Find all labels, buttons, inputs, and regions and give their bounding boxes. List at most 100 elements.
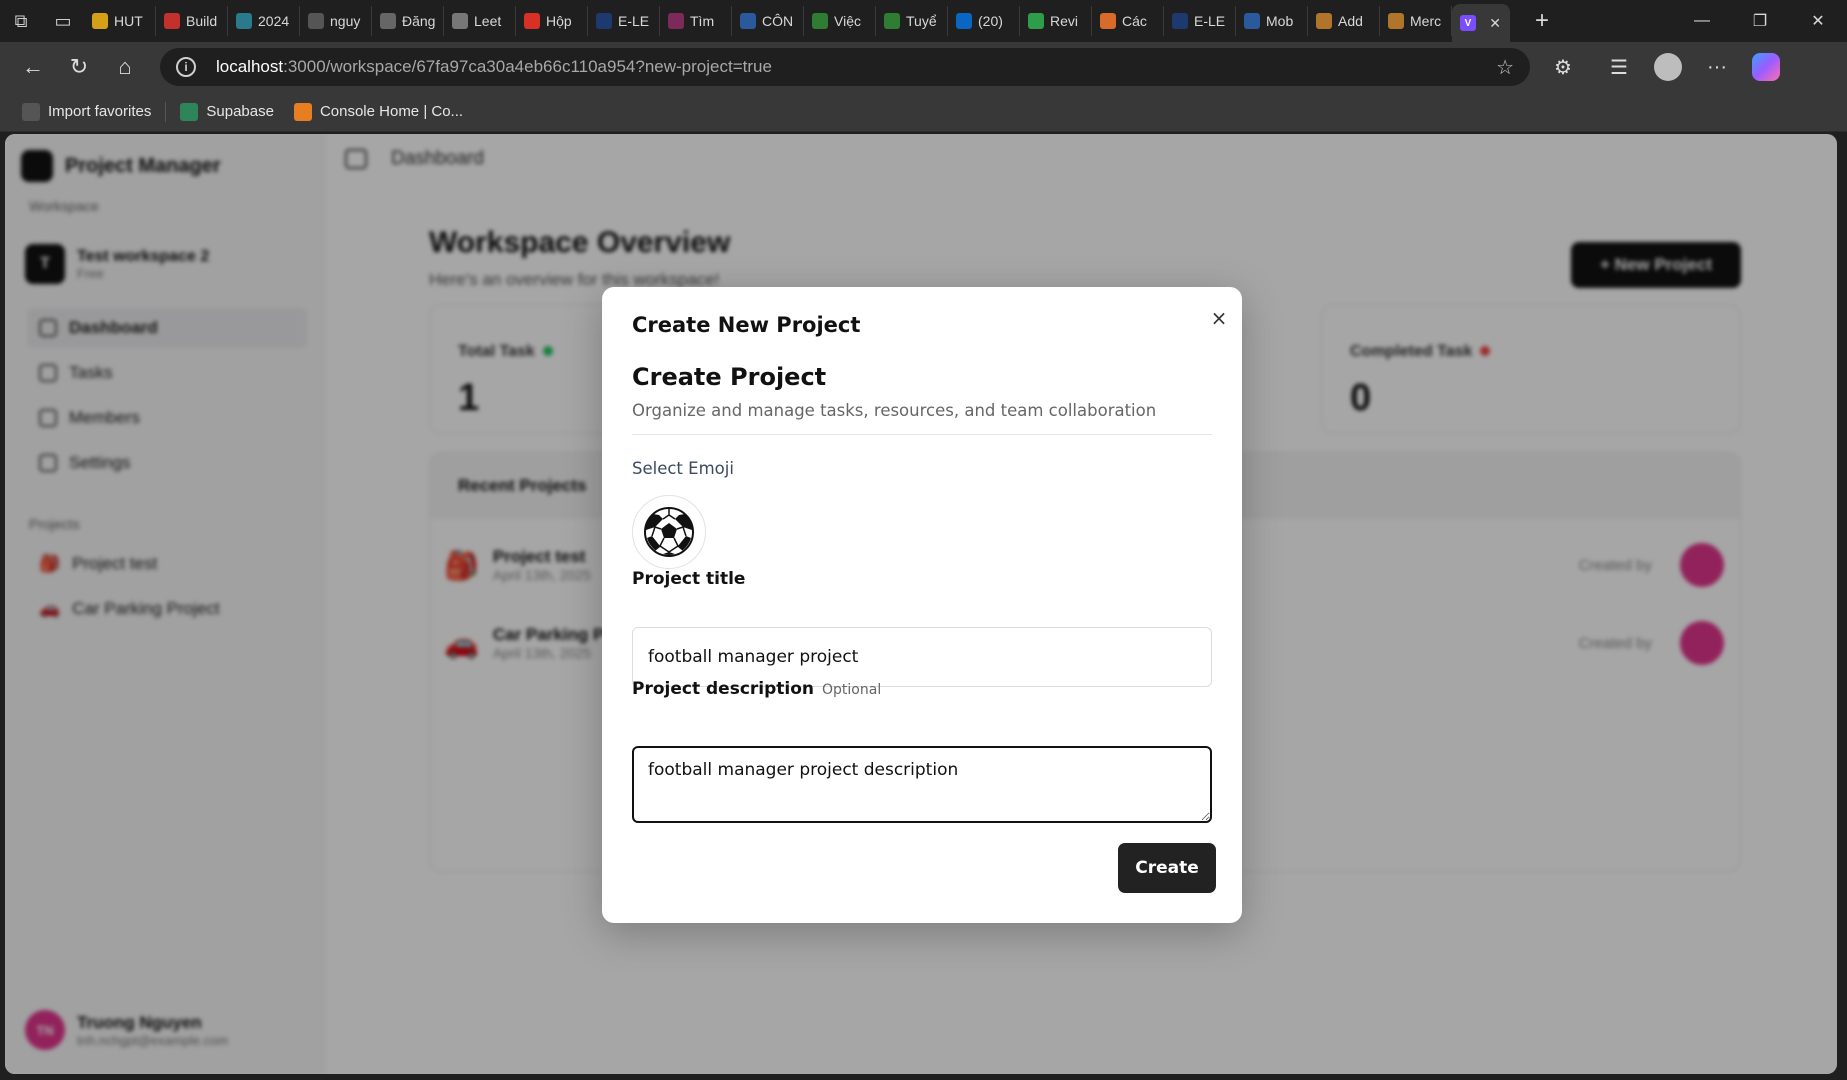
- browser-tab[interactable]: Revi: [1020, 6, 1092, 36]
- new-tab-button[interactable]: +: [1522, 6, 1562, 36]
- browser-tab[interactable]: E-LE: [588, 6, 660, 36]
- browser-tab[interactable]: E-LE: [1164, 6, 1236, 36]
- tab-favicon-icon: [812, 13, 828, 29]
- site-info-icon[interactable]: i: [176, 57, 196, 77]
- bookmark-item[interactable]: Import favorites: [12, 97, 161, 127]
- tab-favicon-icon: [596, 13, 612, 29]
- vite-icon: V: [1460, 15, 1476, 31]
- home-icon[interactable]: ⌂: [102, 49, 148, 85]
- tab-actions-icon[interactable]: ▭: [42, 0, 84, 42]
- tab-strip: HUT Build 2024 nguy Đăng Leet Hộp E-LE Tìm CÔN Việ…: [84, 0, 1452, 42]
- tab-favicon-icon: [1316, 13, 1332, 29]
- emoji-picker-button[interactable]: [632, 495, 706, 569]
- favorite-star-icon[interactable]: ☆: [1496, 55, 1514, 80]
- browser-tab[interactable]: Việc: [804, 6, 876, 36]
- emoji-label: Select Emoji: [632, 459, 734, 478]
- browser-tab[interactable]: Build: [156, 6, 228, 36]
- tab-favicon-icon: [740, 13, 756, 29]
- url-bar[interactable]: i localhost :3000/workspace/67fa97ca30a4…: [160, 48, 1530, 86]
- form-subtitle: Organize and manage tasks, resources, an…: [632, 401, 1157, 420]
- soccer-ball-icon: [644, 507, 694, 557]
- browser-tab-bar: ⧉ ▭ HUT Build 2024 nguy Đăng Leet Hộp E-LE Tìm CÔ…: [0, 0, 1847, 42]
- favorites-icon[interactable]: ☰: [1598, 49, 1640, 85]
- tab-favicon-icon: [380, 13, 396, 29]
- tab-favicon-icon: [1388, 13, 1404, 29]
- tab-label: Build: [186, 13, 218, 29]
- browser-tools: ⚙ ☰ ···: [1542, 49, 1780, 85]
- bookmark-label: Console Home | Co...: [319, 103, 464, 120]
- browser-tab[interactable]: Add: [1308, 6, 1380, 36]
- browser-tab[interactable]: Tuyể: [876, 6, 948, 36]
- bookmarks-bar: Import favorites Supabase Console Home | C…: [0, 92, 1847, 132]
- browser-tab[interactable]: Mob: [1236, 6, 1308, 36]
- divider: [632, 434, 1212, 435]
- tab-label: nguy: [330, 13, 361, 29]
- workspaces-icon[interactable]: ⧉: [0, 0, 42, 42]
- browser-tab[interactable]: Merc: [1380, 6, 1452, 36]
- tab-favicon-icon: [1028, 13, 1044, 29]
- back-icon[interactable]: ←: [10, 49, 56, 85]
- browser-tab[interactable]: (20): [948, 6, 1020, 36]
- more-icon[interactable]: ···: [1696, 49, 1738, 85]
- tab-label: Đăng: [402, 13, 436, 29]
- app-page: Project Manager Workspace T Test workspa…: [5, 134, 1837, 1074]
- browser-tab[interactable]: 2024: [228, 6, 300, 36]
- tab-label: Tìm: [690, 13, 715, 29]
- tab-favicon-icon: [956, 13, 972, 29]
- create-button[interactable]: Create: [1118, 843, 1216, 893]
- address-toolbar: ← ↻ ⌂ i localhost :3000/workspace/67fa97…: [0, 42, 1847, 92]
- project-description-input[interactable]: football manager project description: [632, 746, 1212, 823]
- tab-label: E-LE: [1194, 13, 1226, 29]
- bookmark-item[interactable]: Supabase: [170, 97, 284, 127]
- bookmark-item[interactable]: Console Home | Co...: [284, 97, 473, 127]
- tab-favicon-icon: [164, 13, 180, 29]
- extensions-icon[interactable]: ⚙: [1542, 49, 1584, 85]
- tab-active[interactable]: V ✕: [1452, 4, 1510, 42]
- restore-icon[interactable]: ❐: [1731, 0, 1789, 42]
- browser-tab[interactable]: nguy: [300, 6, 372, 36]
- tab-label: HUT: [114, 13, 143, 29]
- tab-label: Mob: [1266, 13, 1294, 29]
- profile-avatar[interactable]: [1654, 53, 1682, 81]
- tab-label: CÔN: [762, 13, 794, 29]
- browser-tab[interactable]: HUT: [84, 6, 156, 36]
- description-label-text: Project description: [632, 679, 815, 699]
- browser-tab[interactable]: Đăng: [372, 6, 444, 36]
- browser-tab[interactable]: Hộp: [516, 6, 588, 36]
- tab-label: 2024: [258, 13, 290, 29]
- refresh-icon[interactable]: ↻: [56, 49, 102, 85]
- tab-favicon-icon: [92, 13, 108, 29]
- bookmark-separator: [165, 101, 167, 122]
- tab-favicon-icon: [452, 13, 468, 29]
- tab-label: Revi: [1050, 13, 1079, 29]
- tab-label: Tuyể: [906, 13, 937, 29]
- dialog-title: Create New Project: [632, 313, 861, 337]
- browser-tab[interactable]: CÔN: [732, 6, 804, 36]
- tab-favicon-icon: [236, 13, 252, 29]
- close-icon[interactable]: ×: [1206, 305, 1232, 331]
- close-tab-icon[interactable]: ✕: [1489, 15, 1501, 32]
- tab-favicon-icon: [884, 13, 900, 29]
- close-window-icon[interactable]: ✕: [1789, 0, 1847, 42]
- tab-label: (20): [978, 13, 1003, 29]
- tab-favicon-icon: [1100, 13, 1116, 29]
- tab-label: Việc: [834, 13, 861, 29]
- bookmark-icon: [22, 102, 40, 121]
- browser-tab[interactable]: Các: [1092, 6, 1164, 36]
- tab-label: E-LE: [618, 13, 650, 29]
- tab-label: Các: [1122, 13, 1147, 29]
- copilot-icon[interactable]: [1752, 53, 1780, 81]
- browser-tab[interactable]: Tìm: [660, 6, 732, 36]
- project-title-input[interactable]: [632, 627, 1212, 687]
- tab-label: Merc: [1410, 13, 1442, 29]
- tab-label: Hộp: [546, 13, 572, 29]
- url-path: :3000/workspace/67fa97ca30a4eb66c110a954…: [283, 57, 772, 76]
- create-project-dialog: Create New Project × Create Project Orga…: [602, 287, 1242, 923]
- tab-label: Leet: [474, 13, 502, 29]
- tab-label: Add: [1338, 13, 1363, 29]
- tab-favicon-icon: [1244, 13, 1260, 29]
- browser-tab[interactable]: Leet: [444, 6, 516, 36]
- window-controls: — ❐ ✕: [1673, 0, 1847, 42]
- bookmark-label: Supabase: [206, 103, 274, 120]
- minimize-icon[interactable]: —: [1673, 0, 1731, 42]
